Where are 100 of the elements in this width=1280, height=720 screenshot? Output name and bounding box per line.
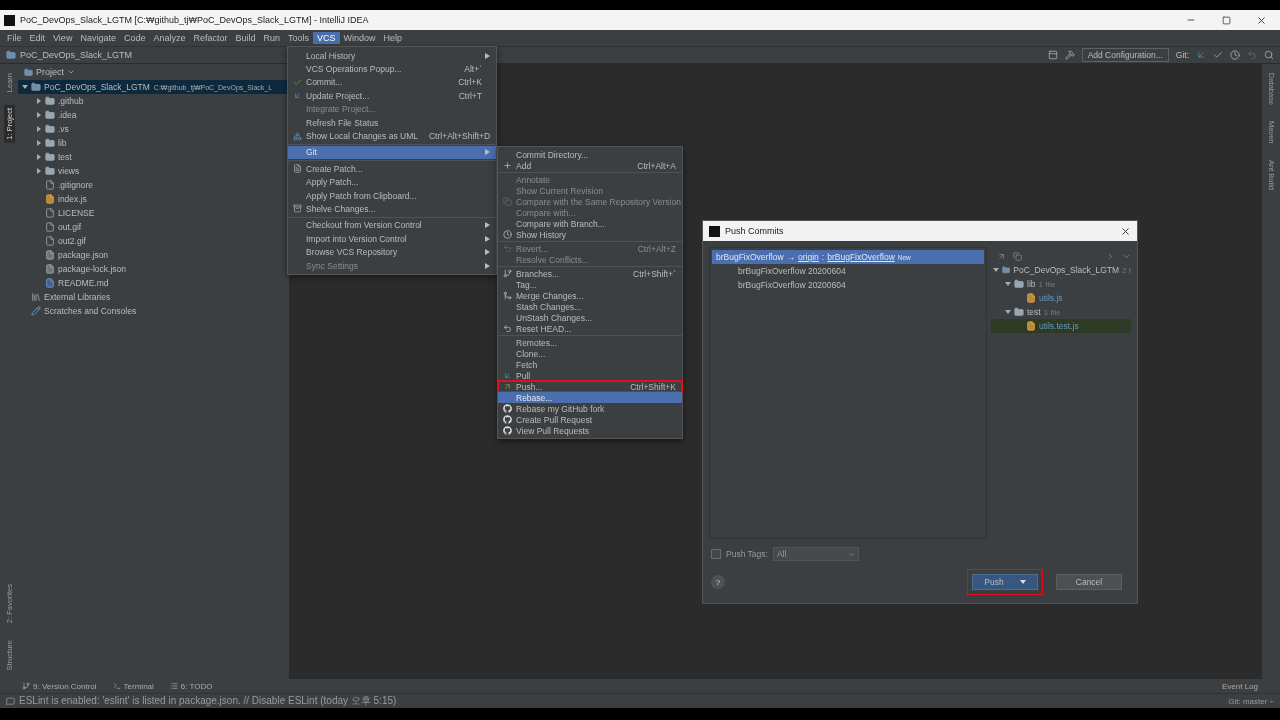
event-log-button[interactable]: Event Log bbox=[1221, 681, 1258, 691]
push-button[interactable]: Push bbox=[972, 574, 1038, 590]
menu-item[interactable]: Git bbox=[288, 145, 496, 160]
tree-row[interactable]: Scratches and Consoles bbox=[18, 304, 289, 318]
git-branch-widget[interactable]: Git: master ÷ bbox=[1228, 696, 1274, 706]
tree-row[interactable]: out.gif bbox=[18, 220, 289, 234]
menu-bar-item[interactable]: Window bbox=[339, 32, 380, 44]
menu-item[interactable]: Compare with Branch... bbox=[498, 218, 682, 229]
menu-bar-item[interactable]: View bbox=[49, 32, 77, 44]
menu-bar-item[interactable]: Build bbox=[231, 32, 260, 44]
menu-item[interactable]: Commit... Ctrl+K bbox=[288, 75, 496, 90]
dropdown-arrow-icon[interactable] bbox=[1019, 580, 1026, 584]
help-button[interactable]: ? bbox=[711, 575, 725, 589]
menu-item[interactable]: View Pull Requests bbox=[498, 425, 682, 436]
commit-row[interactable]: brBugFixOverflow 20200604 bbox=[712, 264, 984, 278]
tree-row[interactable]: lib bbox=[18, 136, 289, 150]
menu-item[interactable]: Rebase my GitHub fork bbox=[498, 403, 682, 414]
menu-bar-item[interactable]: Analyze bbox=[149, 32, 190, 44]
menu-item[interactable]: Pull bbox=[498, 370, 682, 381]
tree-row[interactable]: test bbox=[18, 150, 289, 164]
menu-item[interactable]: Local History bbox=[288, 49, 496, 63]
menu-item[interactable]: Apply Patch from Clipboard... bbox=[288, 188, 496, 203]
expanded-arrow-icon[interactable] bbox=[1005, 281, 1011, 287]
menu-item[interactable]: Update Project... Ctrl+T bbox=[288, 89, 496, 103]
expanded-arrow-icon[interactable] bbox=[993, 267, 999, 273]
tree-row[interactable]: README.md bbox=[18, 276, 289, 290]
collapsed-arrow-icon[interactable] bbox=[36, 98, 42, 104]
menu-bar-item[interactable]: File bbox=[3, 32, 26, 44]
commit-icon[interactable] bbox=[1213, 50, 1223, 60]
push-tags-checkbox[interactable] bbox=[711, 549, 721, 559]
tree-row[interactable]: LICENSE bbox=[18, 206, 289, 220]
collapsed-arrow-icon[interactable] bbox=[36, 112, 42, 118]
tree-row[interactable]: .idea bbox=[18, 108, 289, 122]
collapsed-arrow-icon[interactable] bbox=[36, 154, 42, 160]
menu-item[interactable]: UnStash Changes... bbox=[498, 312, 682, 323]
menu-item[interactable]: Refresh File Status bbox=[288, 115, 496, 130]
tree-row[interactable]: .gitignore bbox=[18, 178, 289, 192]
menu-item[interactable]: Checkout from Version Control bbox=[288, 218, 496, 233]
menu-item[interactable]: Reset HEAD... bbox=[498, 323, 682, 334]
collapsed-arrow-icon[interactable] bbox=[36, 140, 42, 146]
tree-row[interactable]: .vs bbox=[18, 122, 289, 136]
breadcrumb[interactable]: PoC_DevOps_Slack_LGTM bbox=[6, 50, 133, 60]
remote-link[interactable]: origin bbox=[798, 252, 819, 262]
tree-row[interactable]: package.json bbox=[18, 248, 289, 262]
tool-window-button[interactable]: 6: TODO bbox=[169, 681, 213, 691]
arrow-icon[interactable] bbox=[997, 251, 1006, 261]
layout-icon[interactable] bbox=[1047, 50, 1058, 60]
tool-window-button[interactable]: 9: Version Control bbox=[22, 681, 97, 691]
menu-bar-item[interactable]: Navigate bbox=[76, 32, 120, 44]
file-tree-row[interactable]: utils.js bbox=[991, 291, 1131, 305]
menu-bar-item[interactable]: Refactor bbox=[189, 32, 232, 44]
menu-item[interactable]: VCS Operations Popup... Alt+` bbox=[288, 62, 496, 76]
tree-row[interactable]: views bbox=[18, 164, 289, 178]
menu-item[interactable]: Rebase... bbox=[498, 392, 682, 403]
expanded-arrow-icon[interactable] bbox=[1005, 309, 1011, 315]
tool-window-button[interactable]: Terminal bbox=[112, 681, 154, 691]
expanded-arrow-icon[interactable] bbox=[22, 84, 28, 90]
menu-item[interactable]: Add Ctrl+Alt+A bbox=[498, 160, 682, 171]
menu-item[interactable]: Clone... bbox=[498, 348, 682, 359]
menu-bar-item[interactable]: Code bbox=[119, 32, 150, 44]
menu-item[interactable]: Apply Patch... bbox=[288, 175, 496, 189]
update-icon[interactable] bbox=[1196, 50, 1206, 60]
menu-item[interactable]: Commit Directory... bbox=[498, 149, 682, 160]
tree-row[interactable]: index.js bbox=[18, 192, 289, 206]
target-branch-link[interactable]: brBugFixOverflow bbox=[827, 252, 895, 262]
menu-bar-item[interactable]: Help bbox=[379, 32, 407, 44]
project-view-dropdown[interactable]: Project bbox=[24, 67, 75, 77]
tree-row[interactable]: package-lock.json bbox=[18, 262, 289, 276]
collapsed-arrow-icon[interactable] bbox=[36, 168, 42, 174]
menu-item[interactable]: Create Patch... bbox=[288, 162, 496, 176]
menu-item[interactable]: Browse VCS Repository bbox=[288, 245, 496, 259]
menu-bar-item[interactable]: Edit bbox=[25, 32, 50, 44]
menu-item[interactable]: Show Local Changes as UML Ctrl+Alt+Shift+D bbox=[288, 129, 496, 143]
expand-all-icon[interactable] bbox=[1106, 251, 1115, 261]
tags-dropdown[interactable]: All bbox=[772, 547, 859, 561]
tree-row[interactable]: .github bbox=[18, 94, 289, 108]
menu-item[interactable]: Stash Changes... bbox=[498, 301, 682, 312]
close-icon[interactable] bbox=[1120, 225, 1131, 237]
build-icon[interactable] bbox=[1064, 50, 1075, 60]
menu-item[interactable]: Push... Ctrl+Shift+K bbox=[498, 381, 682, 392]
menu-bar-item[interactable]: Tools bbox=[284, 32, 314, 44]
menu-item[interactable]: Branches... Ctrl+Shift+` bbox=[498, 268, 682, 279]
menu-item[interactable]: Tag... bbox=[498, 279, 682, 290]
menu-item[interactable]: Create Pull Request bbox=[498, 414, 682, 425]
menu-item[interactable]: Remotes... bbox=[498, 337, 682, 348]
file-tree-row[interactable]: utils.test.js bbox=[991, 319, 1131, 333]
menu-bar-item[interactable]: VCS bbox=[313, 32, 340, 44]
commit-row[interactable]: brBugFixOverflow 20200604 bbox=[712, 278, 984, 292]
tree-row[interactable]: out2.gif bbox=[18, 234, 289, 248]
group-icon[interactable] bbox=[1013, 251, 1022, 261]
run-configuration-dropdown[interactable]: Add Configuration... bbox=[1081, 48, 1169, 62]
menu-item[interactable]: Show History bbox=[498, 229, 682, 240]
menu-bar-item[interactable]: Run bbox=[259, 32, 284, 44]
tree-row[interactable]: External Libraries bbox=[18, 290, 289, 304]
menu-item[interactable]: Shelve Changes... bbox=[288, 202, 496, 216]
menu-item[interactable]: Fetch bbox=[498, 359, 682, 370]
menu-item[interactable]: Import into Version Control bbox=[288, 232, 496, 246]
cancel-button[interactable]: Cancel bbox=[1056, 574, 1122, 590]
search-icon[interactable] bbox=[1264, 50, 1274, 60]
collapsed-arrow-icon[interactable] bbox=[36, 126, 42, 132]
